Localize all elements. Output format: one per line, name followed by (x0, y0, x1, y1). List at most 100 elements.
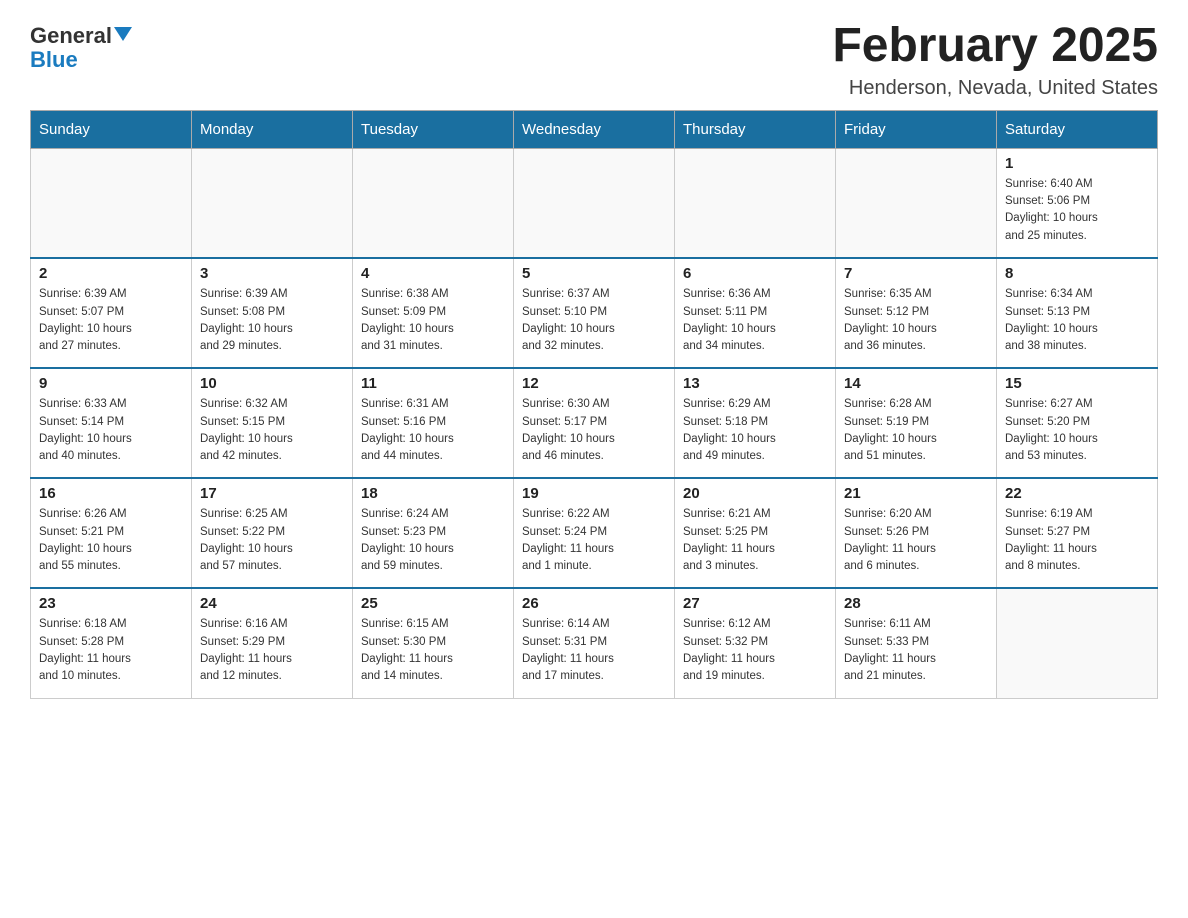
day-number: 23 (39, 595, 183, 612)
calendar-cell: 4 Sunrise: 6:38 AMSunset: 5:09 PMDaylight… (353, 258, 514, 368)
weekday-header-sunday: Sunday (31, 110, 192, 148)
day-number: 13 (683, 375, 827, 392)
calendar-cell: 27 Sunrise: 6:12 AMSunset: 5:32 PMDayligh… (675, 588, 836, 698)
calendar-cell: 15 Sunrise: 6:27 AMSunset: 5:20 PMDayligh… (997, 368, 1158, 478)
weekday-header-saturday: Saturday (997, 110, 1158, 148)
day-info: Sunrise: 6:35 AMSunset: 5:12 PMDaylight:… (844, 286, 988, 355)
calendar-cell (836, 148, 997, 258)
calendar-cell: 6 Sunrise: 6:36 AMSunset: 5:11 PMDaylight… (675, 258, 836, 368)
day-info: Sunrise: 6:34 AMSunset: 5:13 PMDaylight:… (1005, 286, 1149, 355)
page-header: General Blue February 2025 Henderson, Ne… (30, 20, 1158, 100)
day-info: Sunrise: 6:29 AMSunset: 5:18 PMDaylight:… (683, 396, 827, 465)
day-number: 9 (39, 375, 183, 392)
day-info: Sunrise: 6:32 AMSunset: 5:15 PMDaylight:… (200, 396, 344, 465)
day-number: 18 (361, 485, 505, 502)
day-number: 27 (683, 595, 827, 612)
logo-general: General (30, 25, 112, 47)
day-number: 3 (200, 265, 344, 282)
day-info: Sunrise: 6:14 AMSunset: 5:31 PMDaylight:… (522, 616, 666, 685)
title-section: February 2025 Henderson, Nevada, United … (832, 20, 1158, 100)
day-number: 21 (844, 485, 988, 502)
day-number: 4 (361, 265, 505, 282)
calendar-cell: 28Sunrise: 6:11 AMSunset: 5:33 PMDayligh… (836, 588, 997, 698)
day-number: 26 (522, 595, 666, 612)
day-number: 11 (361, 375, 505, 392)
calendar-cell: 25 Sunrise: 6:15 AMSunset: 5:30 PMDayligh… (353, 588, 514, 698)
calendar-cell: 17 Sunrise: 6:25 AMSunset: 5:22 PMDayligh… (192, 478, 353, 588)
weekday-header-tuesday: Tuesday (353, 110, 514, 148)
day-info: Sunrise: 6:15 AMSunset: 5:30 PMDaylight:… (361, 616, 505, 685)
day-info: Sunrise: 6:20 AMSunset: 5:26 PMDaylight:… (844, 506, 988, 575)
calendar-cell: 8 Sunrise: 6:34 AMSunset: 5:13 PMDaylight… (997, 258, 1158, 368)
calendar-cell: 2 Sunrise: 6:39 AMSunset: 5:07 PMDaylight… (31, 258, 192, 368)
day-number: 2 (39, 265, 183, 282)
calendar-cell: 12 Sunrise: 6:30 AMSunset: 5:17 PMDayligh… (514, 368, 675, 478)
day-info: Sunrise: 6:31 AMSunset: 5:16 PMDaylight:… (361, 396, 505, 465)
calendar-cell (514, 148, 675, 258)
day-info: Sunrise: 6:25 AMSunset: 5:22 PMDaylight:… (200, 506, 344, 575)
day-info: Sunrise: 6:26 AMSunset: 5:21 PMDaylight:… (39, 506, 183, 575)
day-number: 20 (683, 485, 827, 502)
calendar-cell: 16Sunrise: 6:26 AMSunset: 5:21 PMDayligh… (31, 478, 192, 588)
calendar-table: SundayMondayTuesdayWednesdayThursdayFrid… (30, 110, 1158, 699)
weekday-header-thursday: Thursday (675, 110, 836, 148)
calendar-cell: 7 Sunrise: 6:35 AMSunset: 5:12 PMDaylight… (836, 258, 997, 368)
day-info: Sunrise: 6:36 AMSunset: 5:11 PMDaylight:… (683, 286, 827, 355)
day-info: Sunrise: 6:39 AMSunset: 5:08 PMDaylight:… (200, 286, 344, 355)
day-number: 14 (844, 375, 988, 392)
calendar-cell (675, 148, 836, 258)
calendar-week-row: 2 Sunrise: 6:39 AMSunset: 5:07 PMDaylight… (31, 258, 1158, 368)
day-number: 5 (522, 265, 666, 282)
calendar-cell: 9 Sunrise: 6:33 AMSunset: 5:14 PMDaylight… (31, 368, 192, 478)
day-number: 10 (200, 375, 344, 392)
calendar-cell: 14 Sunrise: 6:28 AMSunset: 5:19 PMDayligh… (836, 368, 997, 478)
day-number: 8 (1005, 265, 1149, 282)
calendar-cell: 21 Sunrise: 6:20 AMSunset: 5:26 PMDayligh… (836, 478, 997, 588)
calendar-week-row: 9 Sunrise: 6:33 AMSunset: 5:14 PMDaylight… (31, 368, 1158, 478)
calendar-week-row: 1 Sunrise: 6:40 AMSunset: 5:06 PMDaylight… (31, 148, 1158, 258)
logo: General Blue (30, 20, 132, 71)
calendar-cell (31, 148, 192, 258)
day-info: Sunrise: 6:22 AMSunset: 5:24 PMDaylight:… (522, 506, 666, 575)
logo-triangle-icon (114, 27, 132, 41)
day-info: Sunrise: 6:18 AMSunset: 5:28 PMDaylight:… (39, 616, 183, 685)
day-info: Sunrise: 6:19 AMSunset: 5:27 PMDaylight:… (1005, 506, 1149, 575)
day-info: Sunrise: 6:39 AMSunset: 5:07 PMDaylight:… (39, 286, 183, 355)
day-info: Sunrise: 6:21 AMSunset: 5:25 PMDaylight:… (683, 506, 827, 575)
calendar-cell (997, 588, 1158, 698)
logo-blue: Blue (30, 49, 78, 71)
weekday-header-friday: Friday (836, 110, 997, 148)
calendar-cell: 19Sunrise: 6:22 AMSunset: 5:24 PMDayligh… (514, 478, 675, 588)
day-info: Sunrise: 6:38 AMSunset: 5:09 PMDaylight:… (361, 286, 505, 355)
calendar-header-row: SundayMondayTuesdayWednesdayThursdayFrid… (31, 110, 1158, 148)
calendar-cell (353, 148, 514, 258)
day-number: 25 (361, 595, 505, 612)
day-info: Sunrise: 6:11 AMSunset: 5:33 PMDaylight:… (844, 616, 988, 685)
month-title: February 2025 (832, 20, 1158, 73)
location-title: Henderson, Nevada, United States (832, 77, 1158, 100)
day-number: 15 (1005, 375, 1149, 392)
calendar-cell: 3 Sunrise: 6:39 AMSunset: 5:08 PMDaylight… (192, 258, 353, 368)
day-number: 22 (1005, 485, 1149, 502)
day-number: 17 (200, 485, 344, 502)
day-number: 1 (1005, 155, 1149, 172)
calendar-cell: 13 Sunrise: 6:29 AMSunset: 5:18 PMDayligh… (675, 368, 836, 478)
calendar-cell: 23 Sunrise: 6:18 AMSunset: 5:28 PMDayligh… (31, 588, 192, 698)
calendar-week-row: 16Sunrise: 6:26 AMSunset: 5:21 PMDayligh… (31, 478, 1158, 588)
day-number: 24 (200, 595, 344, 612)
day-info: Sunrise: 6:24 AMSunset: 5:23 PMDaylight:… (361, 506, 505, 575)
day-info: Sunrise: 6:33 AMSunset: 5:14 PMDaylight:… (39, 396, 183, 465)
day-info: Sunrise: 6:40 AMSunset: 5:06 PMDaylight:… (1005, 176, 1149, 245)
day-number: 12 (522, 375, 666, 392)
day-number: 7 (844, 265, 988, 282)
calendar-cell: 22 Sunrise: 6:19 AMSunset: 5:27 PMDayligh… (997, 478, 1158, 588)
calendar-cell: 5Sunrise: 6:37 AMSunset: 5:10 PMDaylight… (514, 258, 675, 368)
day-number: 6 (683, 265, 827, 282)
day-info: Sunrise: 6:27 AMSunset: 5:20 PMDaylight:… (1005, 396, 1149, 465)
day-info: Sunrise: 6:28 AMSunset: 5:19 PMDaylight:… (844, 396, 988, 465)
calendar-cell: 18 Sunrise: 6:24 AMSunset: 5:23 PMDayligh… (353, 478, 514, 588)
calendar-cell: 10 Sunrise: 6:32 AMSunset: 5:15 PMDayligh… (192, 368, 353, 478)
day-info: Sunrise: 6:12 AMSunset: 5:32 PMDaylight:… (683, 616, 827, 685)
day-info: Sunrise: 6:30 AMSunset: 5:17 PMDaylight:… (522, 396, 666, 465)
calendar-cell: 26 Sunrise: 6:14 AMSunset: 5:31 PMDayligh… (514, 588, 675, 698)
